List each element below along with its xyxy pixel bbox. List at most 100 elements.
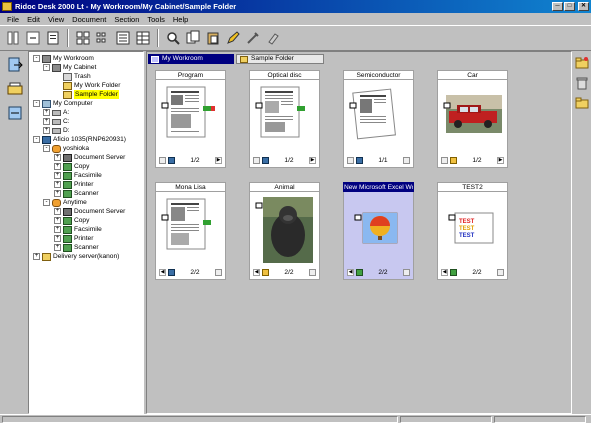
menu-section[interactable]: Section (110, 15, 143, 24)
tree-expander[interactable]: - (33, 55, 40, 62)
tree-expander[interactable]: - (43, 64, 50, 71)
document-card-test2[interactable]: TEST2 TEST TEST TEST ◀ 2/2 (437, 182, 508, 282)
tree-item-yoshioka[interactable]: - yoshioka (43, 144, 89, 153)
tree-expander[interactable]: + (54, 181, 61, 188)
large-icons-button[interactable] (74, 29, 92, 47)
page-next-icon[interactable] (403, 156, 410, 164)
tree-item-my-workroom[interactable]: - My Workroom (33, 54, 94, 63)
breadcrumb-sample-folder[interactable]: Sample Folder (236, 54, 324, 64)
tree-expander[interactable]: - (43, 145, 50, 152)
menu-file[interactable]: File (3, 15, 23, 24)
view-button[interactable] (164, 29, 182, 47)
menu-document[interactable]: Document (68, 15, 110, 24)
page-next-icon[interactable] (497, 268, 504, 276)
document-card-optical-disc[interactable]: Optical disc 1/2 ▶ (249, 70, 320, 170)
tree-item-scanner[interactable]: + Scanner (54, 243, 99, 252)
tree-item-drive-c[interactable]: + C: (43, 117, 70, 126)
scan-button[interactable] (5, 79, 25, 99)
tree-expander[interactable]: + (54, 190, 61, 197)
page-next-icon[interactable]: ▶ (309, 156, 316, 164)
tree-expander[interactable]: + (54, 172, 61, 179)
tree-expander[interactable]: + (54, 244, 61, 251)
tree-item-copy[interactable]: + Copy (54, 216, 89, 225)
document-footer: 1/2 ▶ (156, 155, 225, 165)
page-next-icon[interactable]: ▶ (215, 156, 222, 164)
tree-expander[interactable]: + (54, 217, 61, 224)
properties-button[interactable] (44, 29, 62, 47)
send-to-button[interactable] (5, 55, 25, 75)
transfer-button[interactable] (5, 103, 25, 123)
tree-item-drive-d[interactable]: + D: (43, 126, 70, 135)
tools-button[interactable] (244, 29, 262, 47)
merge-document-button[interactable] (24, 29, 42, 47)
page-next-icon[interactable]: ▶ (497, 156, 504, 164)
page-back-icon[interactable] (253, 156, 260, 164)
small-icons-button[interactable] (94, 29, 112, 47)
split-document-button[interactable] (4, 29, 22, 47)
tree-item-scanner[interactable]: + Scanner (54, 189, 99, 198)
tree-expander[interactable]: + (43, 118, 50, 125)
tree-expander[interactable]: + (54, 235, 61, 242)
list-view-button[interactable] (114, 29, 132, 47)
breadcrumb-my-workroom[interactable]: My Workroom (148, 54, 234, 64)
tree-expander[interactable]: + (43, 109, 50, 116)
document-card-semiconductor[interactable]: Semiconductor 1/1 (343, 70, 414, 170)
new-folder-button[interactable] (574, 55, 590, 71)
tree-item-document-server[interactable]: + Document Server (54, 153, 125, 162)
menu-view[interactable]: View (44, 15, 68, 24)
tree-expander[interactable]: - (43, 199, 50, 206)
page-back-icon[interactable]: ◀ (441, 268, 448, 276)
document-card-mona-lisa[interactable]: Mona Lisa ◀ 2/2 (155, 182, 226, 282)
details-view-button[interactable] (134, 29, 152, 47)
document-card-animal[interactable]: Animal ◀ 2/2 (249, 182, 320, 282)
open-folder-button[interactable] (574, 95, 590, 111)
document-card-car[interactable]: Car 1/2 ▶ (437, 70, 508, 170)
menu-help[interactable]: Help (169, 15, 192, 24)
tree-item-facsimile[interactable]: + Facsimile (54, 171, 102, 180)
tree-expander[interactable]: + (54, 208, 61, 215)
page-indicator: 1/1 (378, 156, 388, 164)
delete-button[interactable] (574, 75, 590, 91)
tree-item-delivery-server[interactable]: + Delivery server(kanon) (33, 252, 119, 261)
tree-item-document-server[interactable]: + Document Server (54, 207, 125, 216)
page-next-icon[interactable] (403, 268, 410, 276)
tree-item-my-cabinet[interactable]: - My Cabinet (43, 63, 96, 72)
menu-edit[interactable]: Edit (23, 15, 44, 24)
stamp-button[interactable] (264, 29, 282, 47)
document-card-program[interactable]: Program 1/2 ▶ (155, 70, 226, 170)
tree-item-trash[interactable]: Trash (54, 72, 91, 81)
tree-item-printer[interactable]: + Printer (54, 234, 93, 243)
menu-tools[interactable]: Tools (143, 15, 169, 24)
tree-item-anytime[interactable]: - Anytime (43, 198, 87, 207)
tree-item-copy[interactable]: + Copy (54, 162, 89, 171)
maximize-button[interactable]: □ (564, 2, 575, 11)
page-back-icon[interactable]: ◀ (347, 268, 354, 276)
tree-expander[interactable]: - (33, 100, 40, 107)
tree-item-printer[interactable]: + Printer (54, 180, 93, 189)
tree-expander[interactable]: - (33, 136, 40, 143)
tree-item-sample-folder[interactable]: Sample Folder (54, 90, 119, 99)
page-back-icon[interactable] (347, 156, 354, 164)
minimize-button[interactable]: ─ (552, 2, 563, 11)
tree-expander[interactable]: + (33, 253, 40, 260)
document-card-excel-worksheet[interactable]: New Microsoft Excel Works... ◀ 2/2 (343, 182, 414, 282)
copy-button[interactable] (184, 29, 202, 47)
tree-item-facsimile[interactable]: + Facsimile (54, 225, 102, 234)
page-back-icon[interactable] (159, 156, 166, 164)
page-back-icon[interactable]: ◀ (159, 268, 166, 276)
tree-expander[interactable]: + (54, 154, 61, 161)
tree-item-my-work-folder[interactable]: My Work Folder (54, 81, 120, 90)
tree-item-aficio[interactable]: - Aficio 1035(RNP620931) (33, 135, 126, 144)
page-next-icon[interactable] (215, 268, 222, 276)
paste-button[interactable] (204, 29, 222, 47)
page-next-icon[interactable] (309, 268, 316, 276)
tree-expander[interactable]: + (54, 163, 61, 170)
close-button[interactable]: ✕ (578, 2, 589, 11)
tree-expander[interactable]: + (54, 226, 61, 233)
page-back-icon[interactable] (441, 156, 448, 164)
tree-item-my-computer[interactable]: - My Computer (33, 99, 93, 108)
tree-expander[interactable]: + (43, 127, 50, 134)
annotate-button[interactable] (224, 29, 242, 47)
tree-item-drive-a[interactable]: + A: (43, 108, 69, 117)
page-back-icon[interactable]: ◀ (253, 268, 260, 276)
